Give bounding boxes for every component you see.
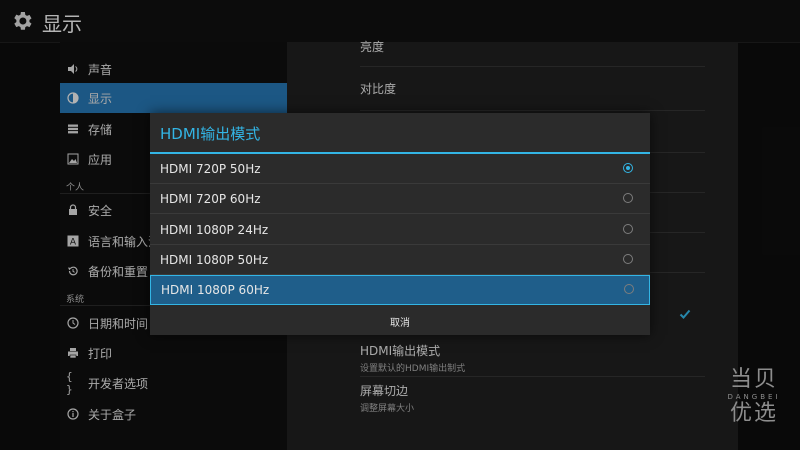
- option-1080p-50hz[interactable]: HDMI 1080P 50Hz: [150, 245, 650, 275]
- radio-unselected-icon[interactable]: [623, 193, 633, 203]
- radio-selected-icon[interactable]: [623, 163, 633, 173]
- radio-unselected-icon[interactable]: [624, 284, 634, 294]
- option-720p-60hz[interactable]: HDMI 720P 60Hz: [150, 184, 650, 214]
- option-1080p-24hz[interactable]: HDMI 1080P 24Hz: [150, 215, 650, 245]
- option-label: HDMI 720P 60Hz: [160, 191, 261, 206]
- cancel-button[interactable]: 取消: [150, 308, 650, 335]
- radio-unselected-icon[interactable]: [623, 224, 633, 234]
- watermark-line1: 当贝: [729, 367, 778, 392]
- option-720p-50hz[interactable]: HDMI 720P 50Hz: [150, 154, 650, 184]
- option-label: HDMI 1080P 60Hz: [161, 283, 270, 297]
- dangbei-watermark-logo: 当贝 DANGBEI 优选: [722, 368, 786, 438]
- hdmi-output-mode-dialog: HDMI输出模式 HDMI 720P 50Hz HDMI 720P 60Hz H…: [150, 113, 650, 335]
- watermark-line2: 优选: [729, 401, 778, 426]
- option-label: HDMI 1080P 24Hz: [160, 222, 269, 237]
- option-label: HDMI 720P 50Hz: [160, 161, 261, 176]
- dialog-title: HDMI输出模式: [160, 125, 261, 143]
- option-label: HDMI 1080P 50Hz: [160, 252, 269, 267]
- option-1080p-60hz[interactable]: HDMI 1080P 60Hz: [150, 275, 650, 305]
- radio-unselected-icon[interactable]: [623, 254, 633, 264]
